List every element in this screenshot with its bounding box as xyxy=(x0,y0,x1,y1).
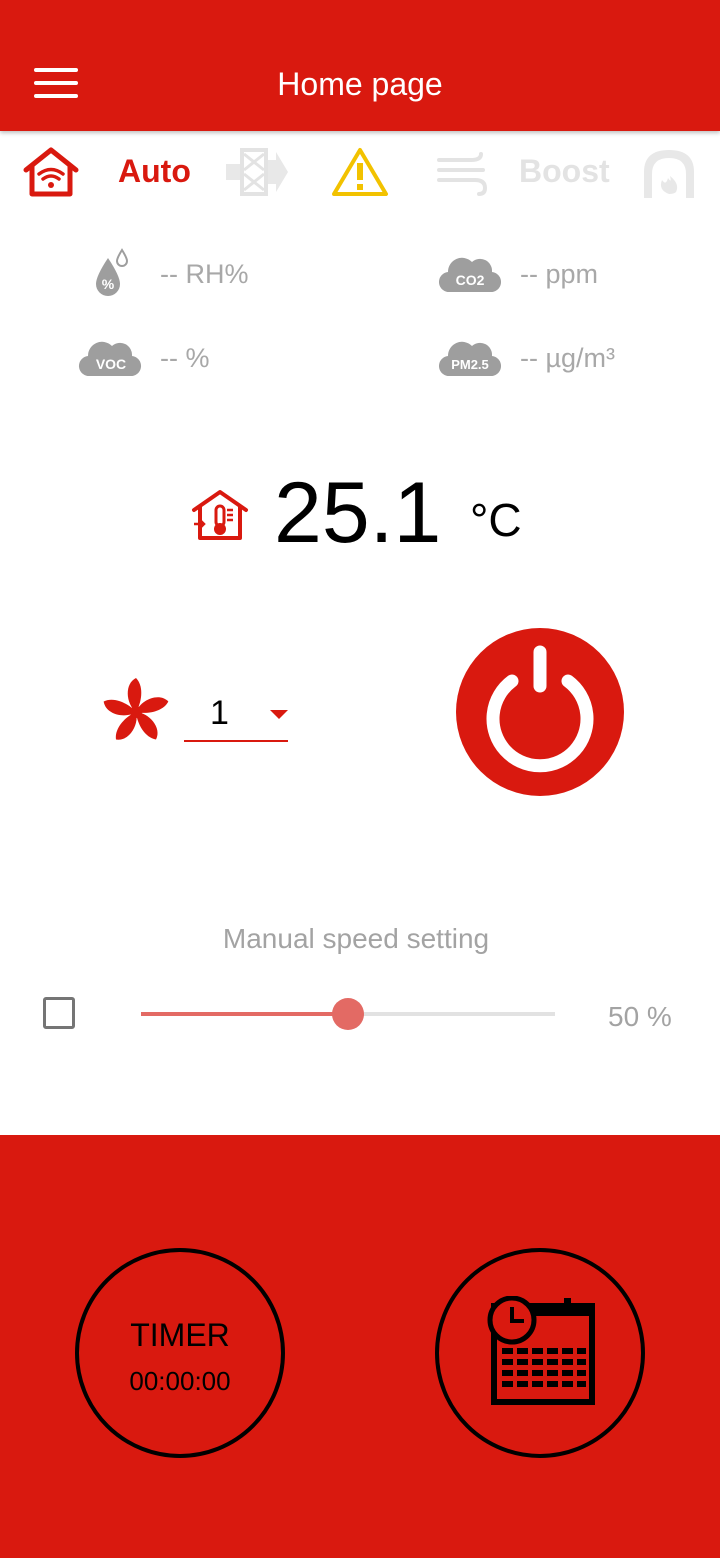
filter-icon[interactable] xyxy=(226,148,288,201)
pm25-cloud-icon: PM2.5 xyxy=(438,336,502,383)
fan-speed-value: 1 xyxy=(210,694,229,732)
fan-speed-select[interactable]: 1 xyxy=(184,690,288,742)
chevron-down-icon xyxy=(270,710,288,719)
warning-icon[interactable] xyxy=(331,146,389,203)
mode-boost[interactable]: Boost xyxy=(519,155,610,187)
voc-cloud-icon: VOC xyxy=(78,336,142,383)
humidity-value: -- RH% xyxy=(160,259,249,289)
slider-fill xyxy=(141,1012,348,1016)
bottom-panel: TIMER 00:00:00 xyxy=(0,1135,720,1558)
temperature-unit: °C xyxy=(470,494,522,546)
manual-speed-value: 50 % xyxy=(608,1001,672,1032)
thermometer-house-icon xyxy=(190,488,250,547)
co2-value: -- ppm xyxy=(520,259,599,289)
co2-cloud-icon: CO2 xyxy=(438,252,502,299)
schedule-button[interactable] xyxy=(435,1248,645,1458)
fan-icon xyxy=(100,676,172,753)
app-bar: Home page xyxy=(0,0,720,131)
timer-button[interactable]: TIMER 00:00:00 xyxy=(75,1248,285,1458)
mode-auto[interactable]: Auto xyxy=(118,155,191,187)
fireplace-icon[interactable] xyxy=(640,146,698,205)
calendar-clock-icon xyxy=(487,1296,595,1405)
svg-text:%: % xyxy=(102,276,115,292)
svg-text:PM2.5: PM2.5 xyxy=(451,357,489,372)
power-icon xyxy=(486,645,594,773)
home-wifi-icon[interactable] xyxy=(22,146,80,203)
svg-text:CO2: CO2 xyxy=(456,272,485,288)
voc-value: -- % xyxy=(160,343,210,373)
manual-speed-checkbox[interactable] xyxy=(43,997,75,1029)
manual-speed-label: Manual speed setting xyxy=(222,923,490,954)
power-button[interactable] xyxy=(456,628,624,796)
pm25-value: -- µg/m³ xyxy=(520,343,616,373)
timer-label: TIMER xyxy=(130,1317,230,1353)
svg-text:VOC: VOC xyxy=(96,356,126,372)
timer-time: 00:00:00 xyxy=(129,1366,231,1396)
slider-thumb[interactable] xyxy=(332,998,364,1030)
manual-speed-slider[interactable] xyxy=(141,998,555,1030)
page-title: Home page xyxy=(277,66,443,102)
wind-icon[interactable] xyxy=(437,150,489,203)
humidity-icon: % xyxy=(90,248,134,303)
temperature-value: 25.1 xyxy=(274,465,442,561)
